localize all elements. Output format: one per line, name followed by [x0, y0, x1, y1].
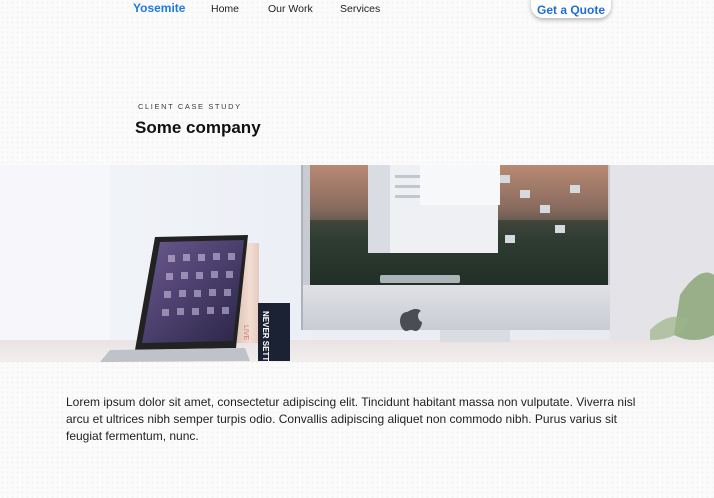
hero-image: LIVE NEVER SETTLE	[0, 165, 714, 362]
brand-logo[interactable]: Yosemite	[133, 1, 185, 15]
page-title: Some company	[135, 118, 261, 137]
laptop-logo: NEVER SETTLE	[261, 311, 270, 362]
case-study-eyebrow: CLIENT CASE STUDY	[138, 102, 242, 111]
nav-link-our-work[interactable]: Our Work	[268, 3, 313, 15]
nav-link-services[interactable]: Services	[340, 3, 380, 15]
svg-text:LIVE: LIVE	[242, 325, 249, 341]
body-paragraph: Lorem ipsum dolor sit amet, consectetur …	[66, 395, 636, 443]
top-nav: Yosemite Home Our Work Services Get a Qu…	[0, 0, 714, 24]
nav-link-home[interactable]: Home	[211, 3, 239, 15]
get-a-quote-button[interactable]: Get a Quote	[531, 0, 611, 18]
